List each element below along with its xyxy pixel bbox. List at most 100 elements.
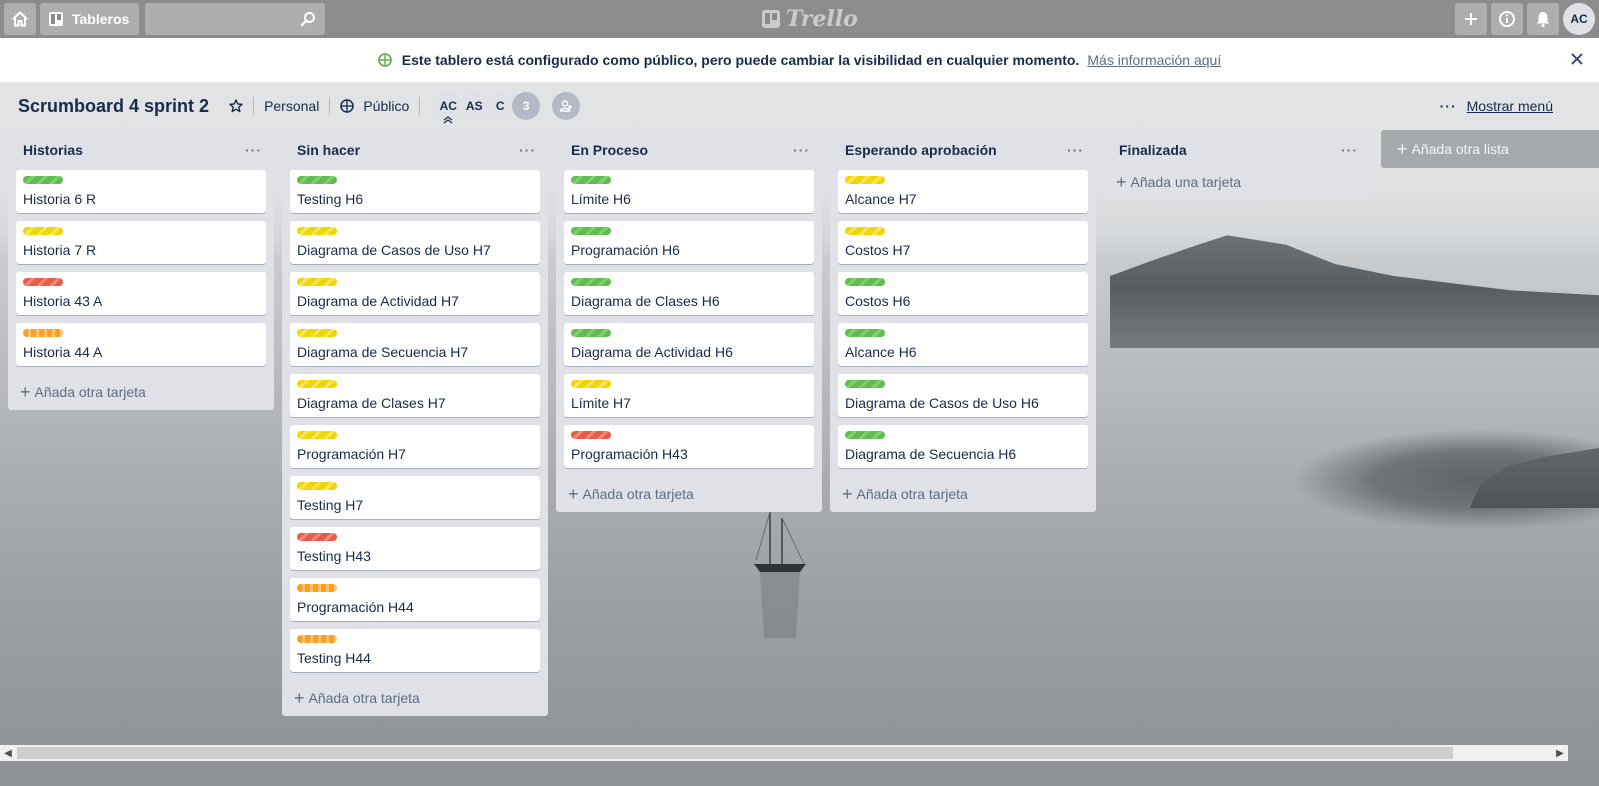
- card-label-green[interactable]: [23, 176, 63, 184]
- card-label-yellow[interactable]: [297, 380, 337, 388]
- add-card-button[interactable]: + Añada otra tarjeta: [16, 374, 266, 410]
- list-header[interactable]: Sin hacer ···: [290, 130, 540, 170]
- card-label-green[interactable]: [571, 176, 611, 184]
- extra-members-count[interactable]: 3: [512, 92, 541, 120]
- add-card-button[interactable]: + Añada otra tarjeta: [838, 476, 1088, 512]
- card[interactable]: Historia 43 A: [16, 272, 266, 315]
- board-title[interactable]: Scrumboard 4 sprint 2: [18, 96, 209, 117]
- list-title[interactable]: Finalizada: [1119, 142, 1187, 158]
- invite-button[interactable]: [552, 92, 581, 120]
- card-label-yellow[interactable]: [845, 176, 885, 184]
- member-avatar[interactable]: C: [486, 92, 515, 120]
- card[interactable]: Programación H6: [564, 221, 814, 264]
- list-title[interactable]: Sin hacer: [297, 142, 360, 158]
- card[interactable]: Testing H6: [290, 170, 540, 213]
- info-button[interactable]: [1491, 3, 1523, 35]
- list-header[interactable]: Esperando aprobación ···: [838, 130, 1088, 170]
- card-label-green[interactable]: [845, 431, 885, 439]
- team-button[interactable]: Personal: [264, 98, 319, 114]
- card-title: Diagrama de Casos de Uso H7: [297, 242, 491, 258]
- user-avatar[interactable]: AC: [1563, 3, 1595, 35]
- card-label-yellow[interactable]: [297, 278, 337, 286]
- card[interactable]: Alcance H6: [838, 323, 1088, 366]
- scroll-left-icon[interactable]: ◀: [0, 745, 16, 761]
- card-label-yellow[interactable]: [297, 227, 337, 235]
- card-label-yellow[interactable]: [297, 431, 337, 439]
- create-button[interactable]: [1455, 3, 1487, 35]
- list-menu-icon[interactable]: ···: [1341, 142, 1358, 158]
- add-card-button[interactable]: + Añada otra tarjeta: [290, 680, 540, 716]
- card[interactable]: Diagrama de Actividad H7: [290, 272, 540, 315]
- list-menu-icon[interactable]: ···: [519, 142, 536, 158]
- card[interactable]: Programación H44: [290, 578, 540, 621]
- show-menu[interactable]: ··· Mostrar menú: [1440, 98, 1553, 114]
- home-button[interactable]: [4, 3, 36, 35]
- card[interactable]: Diagrama de Clases H6: [564, 272, 814, 315]
- card-label-yellow[interactable]: [571, 380, 611, 388]
- search-icon[interactable]: [300, 11, 316, 27]
- list-header[interactable]: Historias ···: [16, 130, 266, 170]
- list-menu-icon[interactable]: ···: [793, 142, 810, 158]
- trello-logo[interactable]: Trello: [762, 6, 858, 32]
- visibility-label: Público: [363, 98, 410, 114]
- card-label-green[interactable]: [297, 176, 337, 184]
- list-title[interactable]: Historias: [23, 142, 83, 158]
- card-label-orange[interactable]: [23, 329, 63, 337]
- close-icon[interactable]: [1569, 51, 1585, 67]
- scroll-right-icon[interactable]: ▶: [1552, 745, 1568, 761]
- visibility-button[interactable]: Público: [340, 98, 409, 114]
- card-label-green[interactable]: [845, 278, 885, 286]
- list-menu-icon[interactable]: ···: [1067, 142, 1084, 158]
- card-label-green[interactable]: [571, 329, 611, 337]
- notifications-button[interactable]: [1527, 3, 1559, 35]
- card-label-yellow[interactable]: [297, 482, 337, 490]
- card-label-green[interactable]: [571, 278, 611, 286]
- card[interactable]: Diagrama de Casos de Uso H6: [838, 374, 1088, 417]
- scrollbar-thumb[interactable]: [17, 747, 1453, 759]
- card-label-yellow[interactable]: [297, 329, 337, 337]
- boards-button[interactable]: Tableros: [40, 3, 140, 35]
- list-menu-icon[interactable]: ···: [245, 142, 262, 158]
- card[interactable]: Diagrama de Clases H7: [290, 374, 540, 417]
- list-title[interactable]: En Proceso: [571, 142, 648, 158]
- card[interactable]: Historia 6 R: [16, 170, 266, 213]
- card-label-red[interactable]: [297, 533, 337, 541]
- card[interactable]: Testing H43: [290, 527, 540, 570]
- star-button[interactable]: [229, 99, 243, 113]
- list-header[interactable]: En Proceso ···: [564, 130, 814, 170]
- card-title: Programación H43: [571, 446, 688, 462]
- card[interactable]: Alcance H7: [838, 170, 1088, 213]
- card-label-yellow[interactable]: [845, 227, 885, 235]
- search-input[interactable]: [145, 3, 326, 35]
- card[interactable]: Límite H6: [564, 170, 814, 213]
- card-label-green[interactable]: [845, 329, 885, 337]
- card[interactable]: Costos H6: [838, 272, 1088, 315]
- card[interactable]: Diagrama de Secuencia H6: [838, 425, 1088, 468]
- card[interactable]: Programación H43: [564, 425, 814, 468]
- member-avatar[interactable]: AC: [434, 92, 463, 124]
- card-label-red[interactable]: [571, 431, 611, 439]
- card-label-orange[interactable]: [297, 584, 337, 592]
- card-label-green[interactable]: [571, 227, 611, 235]
- add-list-button[interactable]: + Añada otra lista: [1381, 130, 1599, 168]
- card[interactable]: Diagrama de Actividad H6: [564, 323, 814, 366]
- card[interactable]: Costos H7: [838, 221, 1088, 264]
- member-avatar[interactable]: AS: [460, 92, 489, 120]
- horizontal-scrollbar[interactable]: ◀ ▶: [0, 745, 1568, 761]
- card[interactable]: Historia 7 R: [16, 221, 266, 264]
- card[interactable]: Historia 44 A: [16, 323, 266, 366]
- add-card-button[interactable]: + Añada una tarjeta: [1112, 164, 1362, 200]
- card-label-orange[interactable]: [297, 635, 337, 643]
- add-card-button[interactable]: + Añada otra tarjeta: [564, 476, 814, 512]
- card-label-green[interactable]: [845, 380, 885, 388]
- card[interactable]: Diagrama de Secuencia H7: [290, 323, 540, 366]
- card[interactable]: Programación H7: [290, 425, 540, 468]
- card[interactable]: Diagrama de Casos de Uso H7: [290, 221, 540, 264]
- list-title[interactable]: Esperando aprobación: [845, 142, 997, 158]
- more-info-link[interactable]: Más información aquí: [1087, 52, 1221, 68]
- card-label-yellow[interactable]: [23, 227, 63, 235]
- card-label-red[interactable]: [23, 278, 63, 286]
- card[interactable]: Límite H7: [564, 374, 814, 417]
- card[interactable]: Testing H44: [290, 629, 540, 672]
- card[interactable]: Testing H7: [290, 476, 540, 519]
